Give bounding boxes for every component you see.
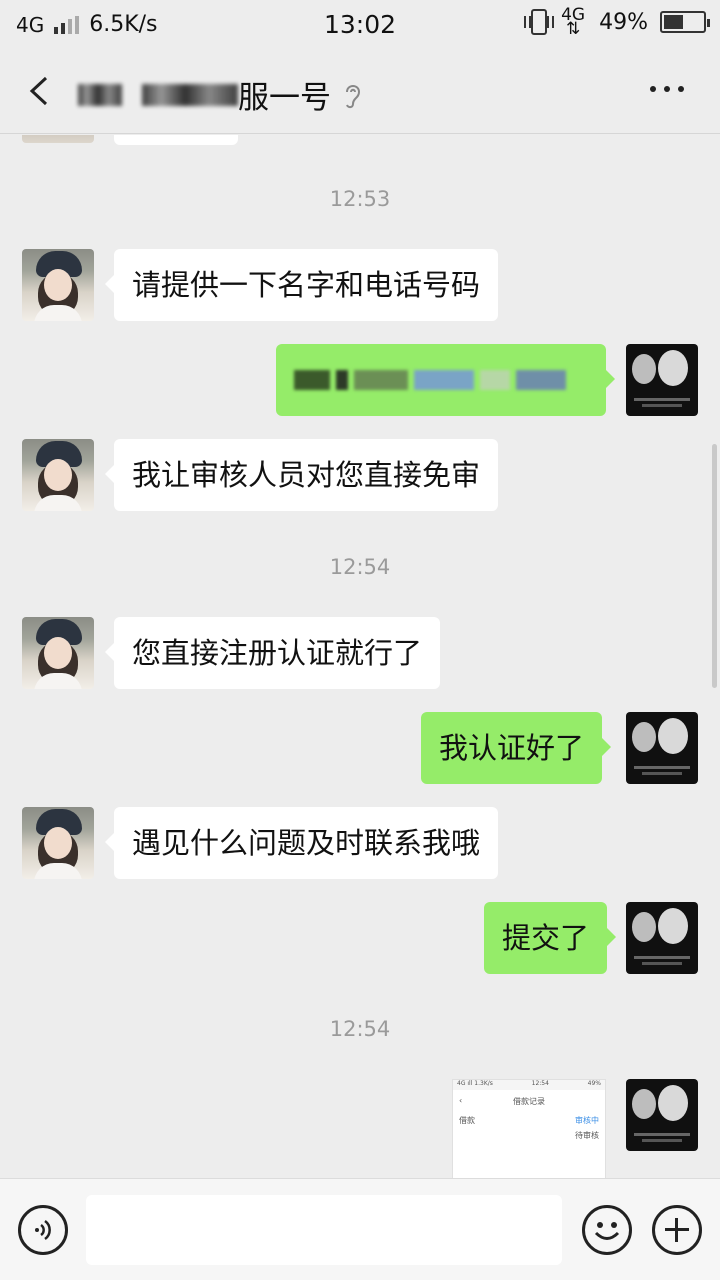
timestamp: 12:54 (329, 555, 391, 579)
timestamp: 12:54 (329, 1017, 391, 1041)
thumb-title: ‹ 借款记录 (459, 1096, 545, 1106)
battery-percent: 49% (599, 9, 648, 35)
chat-title-text: 服一号 (238, 80, 331, 116)
message-bubble-partial[interactable] (114, 135, 238, 145)
my-avatar[interactable] (626, 712, 698, 784)
redacted-name-1 (78, 83, 122, 106)
redacted-content (294, 360, 588, 400)
my-avatar[interactable] (626, 902, 698, 974)
contact-avatar[interactable] (22, 807, 94, 879)
chevron-left-icon[interactable] (26, 76, 56, 106)
status-right: 4G ⇅ 49% (524, 5, 710, 39)
incoming-message[interactable]: 您直接注册认证就行了 (104, 617, 441, 689)
thumb-row: 借款 审核中 (459, 1116, 599, 1125)
outgoing-message-redacted[interactable] (276, 344, 615, 416)
contact-avatar[interactable] (22, 617, 94, 689)
message-list[interactable]: 12:53 请提供一下名字和电话号码 我让审核人员对您直接免审 12:54 您直… (0, 135, 720, 1178)
redacted-name-2 (142, 83, 238, 106)
incoming-message[interactable]: 我让审核人员对您直接免审 (104, 439, 499, 511)
my-avatar[interactable] (626, 1079, 698, 1151)
more-dots-icon[interactable] (650, 86, 684, 92)
avatar[interactable] (22, 135, 94, 143)
thumb-row: 待审核 (575, 1131, 599, 1140)
outgoing-message[interactable]: 我认证好了 (421, 712, 612, 784)
battery-icon (660, 11, 710, 33)
status-bar: 4G 6.5K/s 13:02 4G ⇅ 49% (0, 0, 720, 50)
scrollbar[interactable] (712, 444, 717, 688)
chat-title: 服一号 (78, 72, 363, 117)
network-4g-indicator: 4G ⇅ (561, 5, 586, 39)
image-message[interactable]: 4G ıll 1.3K/s 12:54 49% ‹ 借款记录 借款 审核中 待审… (452, 1079, 606, 1178)
message-input[interactable] (86, 1195, 562, 1265)
voice-icon[interactable] (18, 1205, 68, 1255)
timestamp: 12:53 (329, 187, 391, 211)
chat-header: 服一号 (0, 50, 720, 134)
contact-avatar[interactable] (22, 249, 94, 321)
plus-icon[interactable] (652, 1205, 702, 1255)
my-avatar[interactable] (626, 344, 698, 416)
incoming-message[interactable]: 请提供一下名字和电话号码 (104, 249, 499, 321)
ear-icon (346, 84, 361, 108)
incoming-message[interactable]: 遇见什么问题及时联系我哦 (104, 807, 499, 879)
thumb-status-bar: 4G ıll 1.3K/s 12:54 49% (453, 1080, 605, 1090)
vibrate-icon (524, 9, 555, 35)
outgoing-message[interactable]: 提交了 (484, 902, 617, 974)
emoji-icon[interactable] (582, 1205, 632, 1255)
contact-avatar[interactable] (22, 439, 94, 511)
input-bar (0, 1178, 720, 1280)
